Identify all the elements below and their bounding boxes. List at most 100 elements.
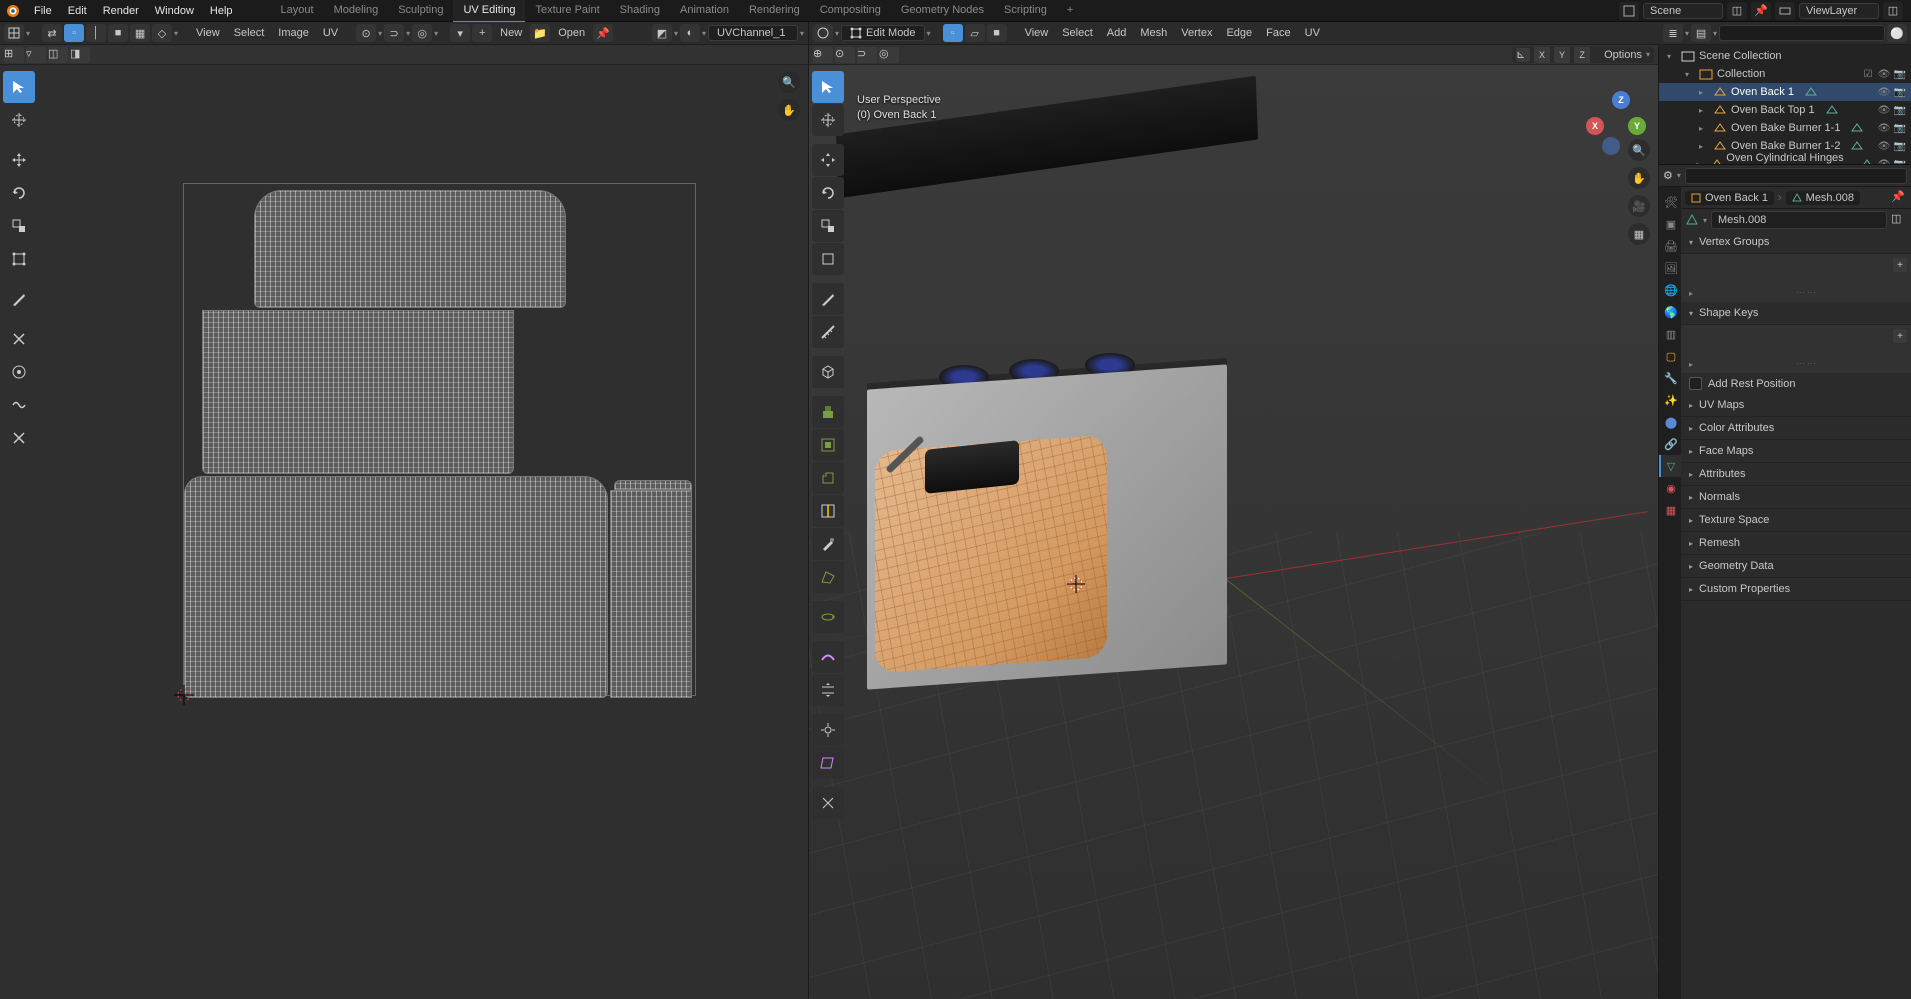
uv-image-field[interactable]: UVChannel_1 bbox=[708, 25, 798, 41]
ws-tab-rendering[interactable]: Rendering bbox=[739, 0, 810, 23]
ws-tab-shading[interactable]: Shading bbox=[610, 0, 670, 23]
vp-tool-scale[interactable] bbox=[812, 210, 844, 242]
render-icon[interactable]: 📷 bbox=[1893, 159, 1907, 165]
outliner-item[interactable]: ▸ Oven Back 1 👁📷 bbox=[1659, 83, 1911, 101]
outliner-filter-icon[interactable]: ⚪ bbox=[1887, 24, 1907, 42]
vp-tool-rotate[interactable] bbox=[812, 177, 844, 209]
vp-tool-move[interactable] bbox=[812, 144, 844, 176]
ws-tab-layout[interactable]: Layout bbox=[271, 0, 324, 23]
render-icon[interactable]: 📷 bbox=[1893, 87, 1907, 98]
ptab-modifier[interactable]: 🔧 bbox=[1659, 367, 1681, 389]
uv-overlay-toggle-icon[interactable]: ⊞ bbox=[4, 47, 24, 63]
breadcrumb-object[interactable]: Oven Back 1 bbox=[1685, 191, 1774, 205]
vp-tool-inset[interactable] bbox=[812, 429, 844, 461]
properties-pin-icon[interactable]: 📌 bbox=[1891, 190, 1907, 206]
uv-tool-rip[interactable] bbox=[3, 323, 35, 355]
viewlayer-new-icon[interactable]: ◫ bbox=[1883, 2, 1903, 20]
app-logo[interactable] bbox=[4, 2, 22, 20]
vp-tool-measure[interactable] bbox=[812, 316, 844, 348]
vp-menu-select[interactable]: Select bbox=[1056, 27, 1099, 39]
ws-tab-compositing[interactable]: Compositing bbox=[810, 0, 891, 23]
vp-snap-icon[interactable]: ⊃ bbox=[857, 47, 877, 63]
uv-tool-relax[interactable] bbox=[3, 389, 35, 421]
outliner-search-input[interactable] bbox=[1719, 25, 1885, 41]
ptab-object[interactable]: ▢ bbox=[1659, 345, 1681, 367]
panel-geometry-data[interactable]: ▸Geometry Data bbox=[1681, 555, 1911, 578]
panel-shape-keys[interactable]: ▾Shape Keys bbox=[1681, 302, 1911, 325]
viewlayer-dropdown[interactable]: ViewLayer bbox=[1799, 3, 1879, 19]
outliner-scene-collection[interactable]: ▾ Scene Collection bbox=[1659, 47, 1911, 65]
vp-tool-spin[interactable] bbox=[812, 601, 844, 633]
render-icon[interactable]: 📷 bbox=[1893, 105, 1907, 116]
uv-pan-icon[interactable]: ✋ bbox=[778, 99, 800, 121]
vp-tool-knife[interactable] bbox=[812, 528, 844, 560]
viewport-canvas[interactable]: User Perspective (0) Oven Back 1 Z Y X bbox=[809, 65, 1658, 999]
pin-icon[interactable]: 📌 bbox=[1751, 2, 1771, 20]
panel-normals[interactable]: ▸Normals bbox=[1681, 486, 1911, 509]
panel-vertex-groups[interactable]: ▾Vertex Groups bbox=[1681, 231, 1911, 254]
outliner-item[interactable]: ▸ Oven Back Top 1 👁📷 bbox=[1659, 101, 1911, 119]
breadcrumb-mesh[interactable]: Mesh.008 bbox=[1786, 191, 1860, 205]
uv-select-vertex-icon[interactable]: ▫ bbox=[64, 24, 84, 42]
menu-edit[interactable]: Edit bbox=[60, 0, 95, 22]
vp-mirror-x[interactable]: X bbox=[1534, 47, 1550, 63]
shape-key-add-icon[interactable]: + bbox=[1893, 329, 1907, 343]
uv-tool-move[interactable] bbox=[3, 144, 35, 176]
vp-tool-extrude-region[interactable] bbox=[812, 396, 844, 428]
uv-open-label[interactable]: Open bbox=[552, 27, 591, 39]
vp-tool-tweak[interactable] bbox=[812, 71, 844, 103]
eye-icon[interactable]: 👁 bbox=[1877, 159, 1891, 165]
uv-sync-icon[interactable]: ⇄ bbox=[42, 24, 62, 42]
vp-menu-uv[interactable]: UV bbox=[1299, 27, 1326, 39]
uv-snap-magnet-icon[interactable]: ⊃ bbox=[384, 24, 404, 42]
uv-tool-pinch[interactable] bbox=[3, 422, 35, 454]
uv-menu-image[interactable]: Image bbox=[272, 27, 315, 39]
vp-select-edge-icon[interactable]: ▱ bbox=[965, 24, 985, 42]
menu-window[interactable]: Window bbox=[147, 0, 202, 22]
viewlayer-browse-icon[interactable] bbox=[1775, 2, 1795, 20]
eye-icon[interactable]: 👁 bbox=[1877, 105, 1891, 116]
nav-axis-x[interactable]: X bbox=[1586, 117, 1604, 135]
vp-tool-transform[interactable] bbox=[812, 243, 844, 275]
vp-tool-shear[interactable] bbox=[812, 747, 844, 779]
outliner-tree[interactable]: ▾ Scene Collection ▾ Collection ☑👁📷 ▸ Ov… bbox=[1659, 45, 1911, 164]
ws-tab-scripting[interactable]: Scripting bbox=[994, 0, 1057, 23]
uv-menu-view[interactable]: View bbox=[190, 27, 226, 39]
nav-axis-y[interactable]: Y bbox=[1628, 117, 1646, 135]
outliner-item[interactable]: ▸ Oven Bake Burner 1-1 👁📷 bbox=[1659, 119, 1911, 137]
panel-expand-icon[interactable]: ▸ bbox=[1689, 289, 1693, 298]
vp-tool-bevel[interactable] bbox=[812, 462, 844, 494]
outliner-collection[interactable]: ▾ Collection ☑👁📷 bbox=[1659, 65, 1911, 83]
ws-tab-sculpting[interactable]: Sculpting bbox=[388, 0, 453, 23]
vp-editor-type-icon[interactable] bbox=[813, 24, 833, 42]
vp-pivot-icon[interactable]: ⊙ bbox=[835, 47, 855, 63]
vp-orientation-icon[interactable]: ⊕ bbox=[813, 47, 833, 63]
add-rest-position-checkbox[interactable] bbox=[1689, 377, 1702, 390]
nav-axis-z[interactable]: Z bbox=[1612, 91, 1630, 109]
nav-axis-neg-z[interactable] bbox=[1602, 137, 1620, 155]
vp-mirror-z[interactable]: Z bbox=[1574, 47, 1590, 63]
vp-tool-smooth[interactable] bbox=[812, 641, 844, 673]
uv-select-island-icon[interactable]: ▦ bbox=[130, 24, 150, 42]
vp-mirror-icon[interactable]: ⊾ bbox=[1516, 48, 1530, 62]
ptab-world[interactable]: 🌎 bbox=[1659, 301, 1681, 323]
uv-tool-annotate[interactable] bbox=[3, 283, 35, 315]
ptab-mesh-data[interactable]: ▽ bbox=[1659, 455, 1681, 477]
ws-tab-modeling[interactable]: Modeling bbox=[324, 0, 389, 23]
panel-grip-icon[interactable]: ⋯⋯ bbox=[1796, 358, 1818, 369]
uv-select-face-icon[interactable]: ■ bbox=[108, 24, 128, 42]
eye-icon[interactable]: 👁 bbox=[1877, 87, 1891, 98]
uv-island[interactable] bbox=[202, 310, 514, 474]
uv-tool-transform[interactable] bbox=[3, 243, 35, 275]
ws-tab-uv-editing[interactable]: UV Editing bbox=[453, 0, 525, 23]
ptab-collection[interactable]: ▥ bbox=[1659, 323, 1681, 345]
uv-tool-tweak[interactable] bbox=[3, 71, 35, 103]
uv-open-icon[interactable]: 📁 bbox=[530, 24, 550, 42]
render-icon[interactable]: 📷 bbox=[1893, 123, 1907, 134]
ptab-output[interactable]: 🖨 bbox=[1659, 235, 1681, 257]
vp-proportional-icon[interactable]: ◎ bbox=[879, 47, 899, 63]
ptab-texture[interactable]: ▦ bbox=[1659, 499, 1681, 521]
ws-tab-geometry-nodes[interactable]: Geometry Nodes bbox=[891, 0, 994, 23]
uv-display-stretch-icon[interactable]: ◩ bbox=[652, 24, 672, 42]
uv-overlay-options-icon[interactable]: ▿ bbox=[26, 47, 46, 63]
